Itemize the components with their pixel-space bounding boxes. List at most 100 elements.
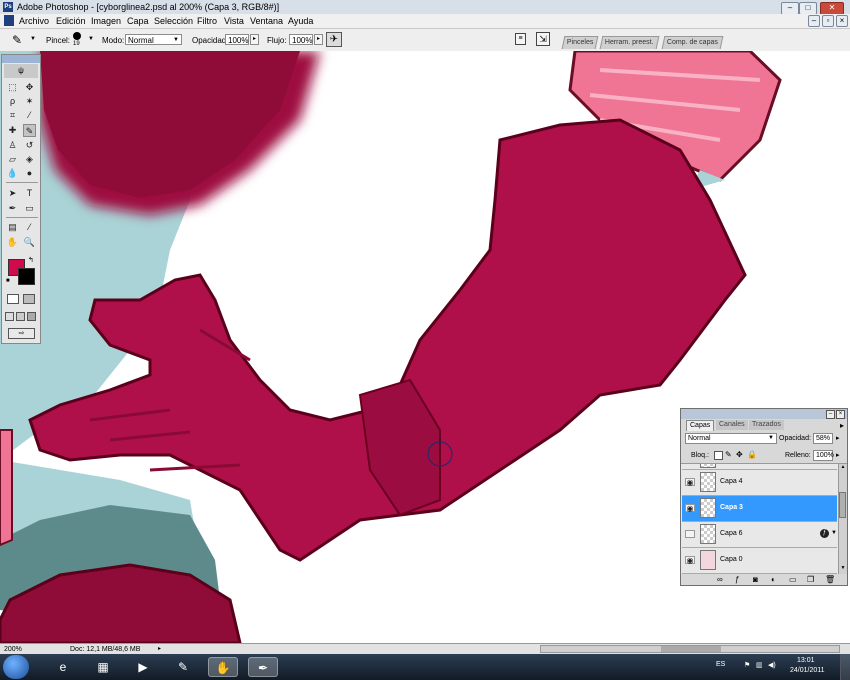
eye-icon[interactable]: ◉ <box>685 504 695 513</box>
jump-to-imageready-icon[interactable]: ⇨ <box>8 328 35 339</box>
crop-tool-icon[interactable]: ⌗ <box>6 109 19 122</box>
slice-tool-icon[interactable]: ⁄ <box>23 109 36 122</box>
language-indicator[interactable]: ES <box>716 661 725 668</box>
opacity-slider-icon[interactable]: ▸ <box>250 34 259 45</box>
healing-brush-icon[interactable]: ✚ <box>6 124 19 137</box>
media-player-icon[interactable]: ▶ <box>128 657 158 677</box>
scroll-thumb[interactable] <box>661 646 721 652</box>
palette-well-icon[interactable]: ⇲ <box>536 32 550 46</box>
menu-imagen[interactable]: Imagen <box>91 14 121 28</box>
notes-tool-icon[interactable]: ▤ <box>6 221 19 234</box>
lock-all-icon[interactable]: 🔒 <box>747 450 757 459</box>
history-brush-icon[interactable]: ↺ <box>23 139 36 152</box>
panel-minimize-icon[interactable]: – <box>826 410 835 419</box>
start-button-icon[interactable] <box>3 655 29 679</box>
blur-tool-icon[interactable]: 💧 <box>6 167 19 180</box>
layer-row-capa-4[interactable]: ◉ Capa 4 <box>682 470 837 496</box>
tab-pinceles[interactable]: Pinceles <box>561 36 599 49</box>
swap-colors-icon[interactable]: ↰ <box>28 256 34 264</box>
panel-close-icon[interactable]: × <box>836 410 845 419</box>
volume-icon[interactable]: ◀) <box>768 661 776 669</box>
eyedropper-icon[interactable]: ⁄ <box>23 221 36 234</box>
clone-stamp-icon[interactable]: ♙ <box>6 139 19 152</box>
panel-menu-icon[interactable]: ▸ <box>840 421 844 430</box>
tab-herram-preest[interactable]: Herram. preest. <box>599 36 660 49</box>
blend-mode-select[interactable]: Normal ▼ <box>685 433 777 444</box>
horizontal-scrollbar[interactable] <box>540 645 840 653</box>
layer-row-capa-6[interactable]: ◉ Capa 6 ƒ ▼ <box>682 522 837 548</box>
eye-icon[interactable]: ◉ <box>685 556 695 565</box>
layer-row-capa-0[interactable]: ◉ Capa 0 <box>682 548 837 574</box>
dodge-tool-icon[interactable]: ● <box>23 167 36 180</box>
link-layers-icon[interactable]: ∞ <box>717 575 723 584</box>
internet-explorer-icon[interactable]: e <box>48 657 78 677</box>
shape-tool-icon[interactable]: ▭ <box>23 202 36 215</box>
menu-filtro[interactable]: Filtro <box>197 14 217 28</box>
background-color-swatch[interactable] <box>18 268 35 285</box>
layers-scrollbar[interactable]: ▲ ▼ <box>838 464 847 574</box>
layers-panel-titlebar[interactable]: – × <box>681 409 847 419</box>
network-icon[interactable]: ▥ <box>756 661 763 669</box>
menu-edicion[interactable]: Edición <box>56 14 86 28</box>
eye-hidden-icon[interactable]: ◉ <box>685 530 695 538</box>
fill-arrow-icon[interactable]: ▸ <box>836 451 840 459</box>
folder-icon[interactable]: ▦ <box>88 657 118 677</box>
fill-input[interactable]: 100% <box>813 450 834 461</box>
scroll-up-icon[interactable]: ▲ <box>839 464 847 472</box>
lock-position-icon[interactable]: ✥ <box>736 450 743 459</box>
clock-time[interactable]: 13:01 <box>797 657 815 664</box>
screen-mode-standard-icon[interactable] <box>5 312 14 321</box>
layer-row-partial[interactable] <box>682 464 837 470</box>
add-mask-icon[interactable]: ◙ <box>753 575 758 584</box>
toolbox-grip[interactable] <box>2 55 40 63</box>
ps-menu-icon[interactable] <box>4 15 14 26</box>
brush-dropdown-icon[interactable]: ▼ <box>88 36 94 42</box>
magic-wand-icon[interactable]: ✶ <box>23 95 36 108</box>
screen-mode-full-icon[interactable] <box>27 312 36 321</box>
menu-capa[interactable]: Capa <box>127 14 149 28</box>
opacity-arrow-icon[interactable]: ▸ <box>836 434 840 442</box>
marquee-tool-icon[interactable]: ⬚ <box>6 81 19 94</box>
brush-tool-icon[interactable]: ✎ <box>12 33 22 47</box>
adjustment-layer-icon[interactable]: ◐ <box>771 575 776 584</box>
scroll-down-icon[interactable]: ▼ <box>839 565 847 573</box>
doc-minimize-icon[interactable]: – <box>808 15 820 27</box>
photoshop-taskbar-icon[interactable]: ✋ <box>208 657 238 677</box>
standard-mode-icon[interactable] <box>7 294 19 304</box>
tab-trazados[interactable]: Trazados <box>749 420 784 430</box>
opacity-input[interactable]: 100% <box>225 34 249 45</box>
tab-comp-capas[interactable]: Comp. de capas <box>661 36 724 49</box>
chevron-down-icon[interactable]: ▼ <box>831 530 837 536</box>
paint-app-icon[interactable]: ✎ <box>168 657 198 677</box>
menu-vista[interactable]: Vista <box>224 14 244 28</box>
add-style-icon[interactable]: ƒ <box>735 575 739 584</box>
quick-mask-icon[interactable] <box>23 294 35 304</box>
default-colors-icon[interactable]: ■ <box>6 278 10 284</box>
eye-icon[interactable]: ◉ <box>685 478 695 487</box>
layer-opacity-input[interactable]: 58% <box>813 433 833 444</box>
delete-layer-icon[interactable]: 🗑 <box>825 575 835 584</box>
zoom-tool-icon[interactable]: 🔍 <box>23 236 36 249</box>
menu-ayuda[interactable]: Ayuda <box>288 14 313 28</box>
mode-select[interactable]: Normal ▼ <box>125 34 182 45</box>
new-layer-icon[interactable]: ❐ <box>807 575 814 584</box>
flow-slider-icon[interactable]: ▸ <box>314 34 323 45</box>
lock-transparency-icon[interactable] <box>714 451 723 460</box>
lock-pixels-icon[interactable]: ✎ <box>725 450 732 459</box>
brush-tool-icon[interactable]: ✎ <box>23 124 36 137</box>
menu-ventana[interactable]: Ventana <box>250 14 283 28</box>
scroll-thumb[interactable] <box>839 492 846 518</box>
airbrush-icon[interactable]: ✈ <box>326 32 342 47</box>
paint-bucket-icon[interactable]: ◈ <box>23 153 36 166</box>
type-tool-icon[interactable]: T <box>23 187 36 200</box>
action-center-icon[interactable]: ⚑ <box>744 661 750 669</box>
menu-seleccion[interactable]: Selección <box>154 14 193 28</box>
clock-date[interactable]: 24/01/2011 <box>790 667 825 674</box>
move-tool-icon[interactable]: ✥ <box>23 81 36 94</box>
layer-row-capa-3[interactable]: ◉ Capa 3 <box>682 496 837 522</box>
tab-canales[interactable]: Canales <box>716 420 748 430</box>
lasso-tool-icon[interactable]: ρ <box>6 95 19 108</box>
new-group-icon[interactable]: ▭ <box>789 575 797 584</box>
brush-app-taskbar-icon[interactable]: ✒ <box>248 657 278 677</box>
brush-preview-icon[interactable] <box>73 32 81 40</box>
